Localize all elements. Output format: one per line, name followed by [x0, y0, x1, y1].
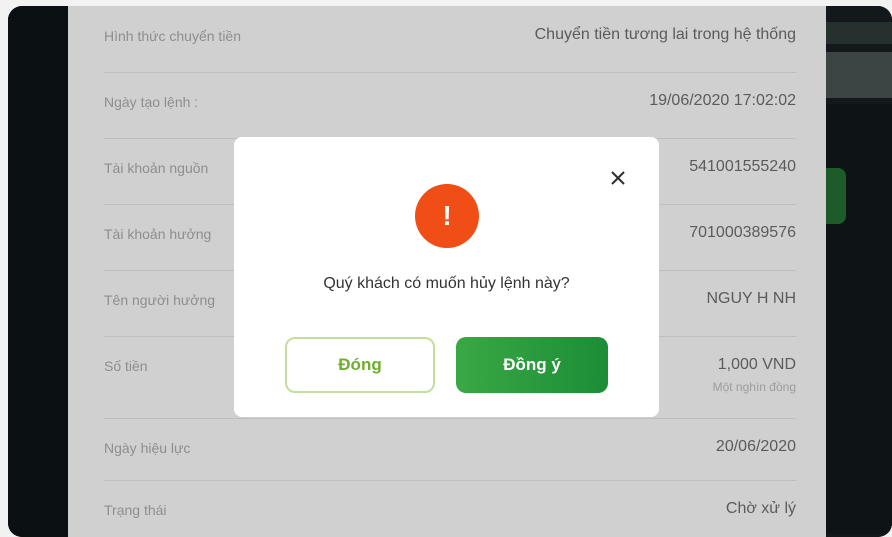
detail-value: 541001555240	[689, 158, 796, 175]
detail-row-transfer-type: Hình thức chuyển tiền Chuyển tiền tương …	[104, 6, 796, 73]
agree-button[interactable]: Đồng ý	[456, 337, 608, 393]
detail-label: Ngày tạo lệnh :	[104, 94, 199, 110]
detail-label: Tài khoản nguồn	[104, 160, 209, 176]
detail-row-effective-date: Ngày hiệu lực 20/06/2020	[104, 418, 796, 481]
exclamation-glyph: !	[442, 200, 452, 231]
right-green-button-edge	[826, 168, 846, 224]
close-button-label: Đóng	[338, 355, 382, 374]
detail-value: Chuyển tiền tương lai trong hệ thống	[534, 26, 796, 43]
amount-in-words: Một nghìn đồng	[712, 380, 796, 394]
agree-button-label: Đồng ý	[503, 355, 561, 374]
detail-label: Trạng thái	[104, 502, 167, 518]
cancel-order-dialog: ! Quý khách có muốn hủy lệnh này? Đóng Đ…	[234, 137, 659, 417]
detail-label: Số tiền	[104, 358, 148, 374]
detail-value: NGUY H NH	[706, 290, 797, 307]
detail-value: 701000389576	[689, 224, 796, 241]
confirm-message: Quý khách có muốn hủy lệnh này?	[323, 275, 570, 292]
close-icon[interactable]	[609, 169, 627, 187]
detail-row-status: Trạng thái Chờ xử lý	[104, 480, 796, 537]
detail-label: Tài khoản hưởng	[104, 226, 212, 242]
detail-label: Hình thức chuyển tiền	[104, 28, 242, 44]
detail-label: Tên người hưởng	[104, 292, 216, 308]
right-header-bar	[826, 52, 892, 98]
warning-icon: !	[415, 184, 479, 248]
detail-label: Ngày hiệu lực	[104, 440, 191, 456]
detail-value: 19/06/2020 17:02:02	[649, 92, 796, 109]
detail-value: 20/06/2020	[715, 438, 796, 455]
close-button[interactable]: Đóng	[285, 337, 435, 393]
app-window: Hình thức chuyển tiền Chuyển tiền tương …	[8, 6, 892, 537]
right-header-strip	[826, 22, 892, 44]
detail-row-created-date: Ngày tạo lệnh : 19/06/2020 17:02:02	[104, 72, 796, 139]
detail-value: Chờ xử lý	[725, 500, 796, 517]
left-background	[8, 6, 68, 537]
detail-value: 1,000 VND	[717, 356, 796, 373]
